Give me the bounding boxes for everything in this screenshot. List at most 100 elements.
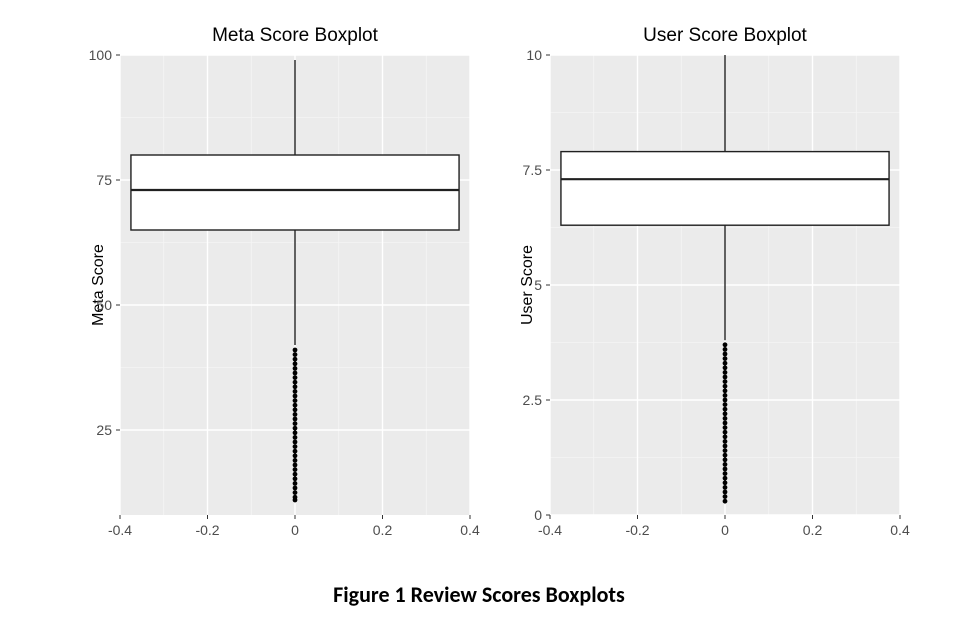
outlier-point <box>723 480 728 485</box>
y-tick-label: 100 <box>89 47 113 63</box>
box <box>561 152 889 226</box>
plot-area: 255075100-0.4-0.200.20.4 <box>120 55 470 515</box>
y-axis-label: Meta Score <box>90 244 108 326</box>
outlier-point <box>293 444 298 449</box>
outlier-point <box>293 403 298 408</box>
box <box>131 155 459 230</box>
outlier-point <box>723 494 728 499</box>
outlier-point <box>293 407 298 412</box>
outlier-point <box>723 370 728 375</box>
panel-user-score: User Score Boxplot User Score 02.557.510… <box>490 25 900 545</box>
outlier-point <box>293 449 298 454</box>
outlier-point <box>723 393 728 398</box>
outlier-point <box>293 498 298 503</box>
y-tick-label: 10 <box>526 47 542 63</box>
outlier-point <box>293 361 298 366</box>
outlier-point <box>293 375 298 380</box>
outlier-point <box>293 467 298 472</box>
outlier-point <box>293 384 298 389</box>
outlier-point <box>723 430 728 435</box>
plot-svg: 02.557.510-0.4-0.200.20.4 <box>550 55 900 515</box>
outlier-point <box>723 467 728 472</box>
outlier-point <box>293 463 298 468</box>
outlier-point <box>723 485 728 490</box>
x-tick-label: -0.2 <box>195 522 219 538</box>
outlier-point <box>723 471 728 476</box>
outlier-point <box>723 356 728 361</box>
outlier-point <box>723 375 728 380</box>
outlier-point <box>723 444 728 449</box>
outlier-point <box>293 476 298 481</box>
y-tick-label: 2.5 <box>523 392 543 408</box>
outlier-point <box>293 440 298 445</box>
outlier-point <box>723 462 728 467</box>
y-tick-label: 75 <box>96 172 112 188</box>
outlier-point <box>723 490 728 495</box>
outlier-point <box>293 380 298 385</box>
boxplot-figure: Meta Score Boxplot Meta Score 255075100-… <box>0 0 958 630</box>
plot-svg: 255075100-0.4-0.200.20.4 <box>120 55 470 515</box>
outlier-point <box>723 499 728 504</box>
outlier-point <box>723 448 728 453</box>
outlier-point <box>293 371 298 376</box>
x-tick-label: 0.4 <box>460 522 480 538</box>
outlier-point <box>723 407 728 412</box>
outlier-point <box>723 453 728 458</box>
outlier-point <box>293 348 298 353</box>
outlier-point <box>723 365 728 370</box>
y-tick-label: 50 <box>96 297 112 313</box>
x-tick-label: 0 <box>291 522 299 538</box>
outlier-point <box>293 394 298 399</box>
outlier-point <box>723 347 728 352</box>
outlier-point <box>723 384 728 389</box>
x-tick-label: -0.4 <box>538 522 562 538</box>
x-tick-label: 0.2 <box>803 522 823 538</box>
outlier-point <box>293 357 298 362</box>
outlier-point <box>723 388 728 393</box>
outlier-point <box>293 435 298 440</box>
y-tick-label: 0 <box>534 507 542 523</box>
y-tick-label: 7.5 <box>523 162 543 178</box>
outlier-point <box>723 425 728 430</box>
outlier-point <box>723 361 728 366</box>
outlier-point <box>723 342 728 347</box>
outlier-point <box>293 481 298 486</box>
outlier-point <box>723 476 728 481</box>
outlier-point <box>723 352 728 357</box>
outlier-point <box>293 352 298 357</box>
y-tick-label: 25 <box>96 422 112 438</box>
outlier-point <box>723 402 728 407</box>
outlier-point <box>293 458 298 463</box>
outlier-point <box>293 398 298 403</box>
x-tick-label: -0.2 <box>625 522 649 538</box>
panels-row: Meta Score Boxplot Meta Score 255075100-… <box>60 25 900 545</box>
outlier-point <box>293 486 298 491</box>
outlier-point <box>293 389 298 394</box>
y-tick-label: 5 <box>534 277 542 293</box>
outlier-point <box>293 412 298 417</box>
outlier-point <box>293 472 298 477</box>
outlier-point <box>723 411 728 416</box>
outlier-point <box>723 457 728 462</box>
outlier-point <box>293 453 298 458</box>
outlier-point <box>293 490 298 495</box>
panel-title: Meta Score Boxplot <box>120 25 470 53</box>
outlier-point <box>723 379 728 384</box>
outlier-point <box>293 421 298 426</box>
outlier-point <box>723 416 728 421</box>
outlier-point <box>293 430 298 435</box>
plot-area: 02.557.510-0.4-0.200.20.4 <box>550 55 900 515</box>
panel-meta-score: Meta Score Boxplot Meta Score 255075100-… <box>60 25 470 545</box>
outlier-point <box>723 434 728 439</box>
outlier-point <box>723 398 728 403</box>
x-tick-label: 0.2 <box>373 522 393 538</box>
x-tick-label: -0.4 <box>108 522 132 538</box>
outlier-point <box>723 421 728 426</box>
x-tick-label: 0 <box>721 522 729 538</box>
outlier-point <box>293 426 298 431</box>
x-tick-label: 0.4 <box>890 522 910 538</box>
panel-title: User Score Boxplot <box>550 25 900 53</box>
figure-caption: Figure 1 Review Scores Boxplots <box>0 581 958 608</box>
outlier-point <box>723 439 728 444</box>
outlier-point <box>293 366 298 371</box>
